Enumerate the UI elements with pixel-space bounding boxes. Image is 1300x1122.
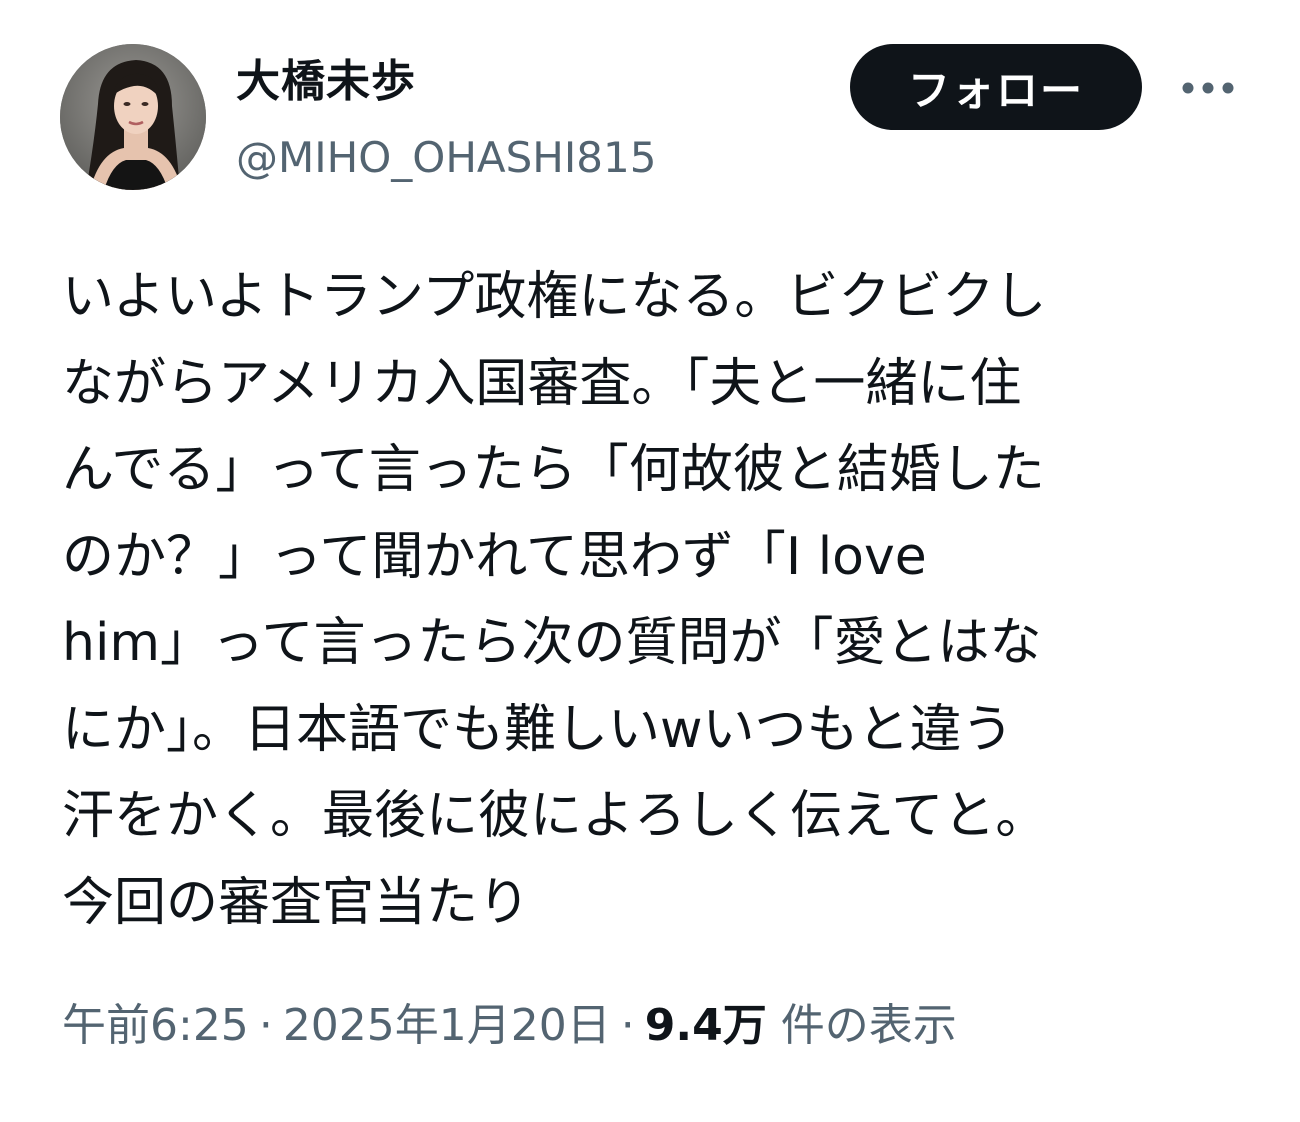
- tweet-text-line: にか」。日本語でも難しいwいつもと違う: [62, 699, 1014, 760]
- tweet-text-line: 汗をかく。最後に彼によろしく伝えてと。: [62, 786, 1048, 846]
- tweet-meta: 午前6:25 · 2025年1月20日 · 9.4万 件の表示: [62, 996, 957, 1056]
- views-count[interactable]: 9.4万: [645, 1000, 767, 1051]
- tweet-text-line: him」って言ったら次の質問が「愛とはな: [62, 613, 1042, 673]
- meta-separator: ·: [620, 1000, 635, 1051]
- tweet-text: いよいよトランプ政権になる。ビクビクし ながらアメリカ入国審査。「夫と一緒に住 …: [62, 254, 1252, 946]
- author-avatar[interactable]: [60, 44, 206, 190]
- follow-button[interactable]: フォロー: [850, 44, 1142, 130]
- tweet-text-line: いよいよトランプ政権になる。ビクビクし: [62, 267, 1047, 327]
- tweet-time[interactable]: 午前6:25: [62, 1000, 249, 1051]
- author-display-name[interactable]: 大橋未歩: [236, 52, 416, 112]
- tweet-text-line: 今回の審査官当たり: [62, 872, 531, 933]
- tweet-date[interactable]: 2025年1月20日: [283, 1000, 611, 1051]
- tweet-card: 大橋未歩 @MIHO_OHASHI815 フォロー いよいよトランプ政権になる。…: [0, 0, 1300, 1122]
- profile-photo-icon: [60, 44, 206, 190]
- tweet-text-line: ながらアメリカ入国審査。「夫と一緒に住: [62, 353, 1022, 414]
- tweet-text-line: のか？」って聞かれて思わず「I love: [62, 526, 927, 587]
- views-label: 件の表示: [780, 1000, 957, 1051]
- meta-separator: ·: [258, 1000, 273, 1051]
- author-handle[interactable]: @MIHO_OHASHI815: [236, 130, 656, 186]
- tweet-text-line: んでる」って言ったら「何故彼と結婚した: [62, 440, 1045, 500]
- more-dots-icon[interactable]: [1178, 70, 1238, 106]
